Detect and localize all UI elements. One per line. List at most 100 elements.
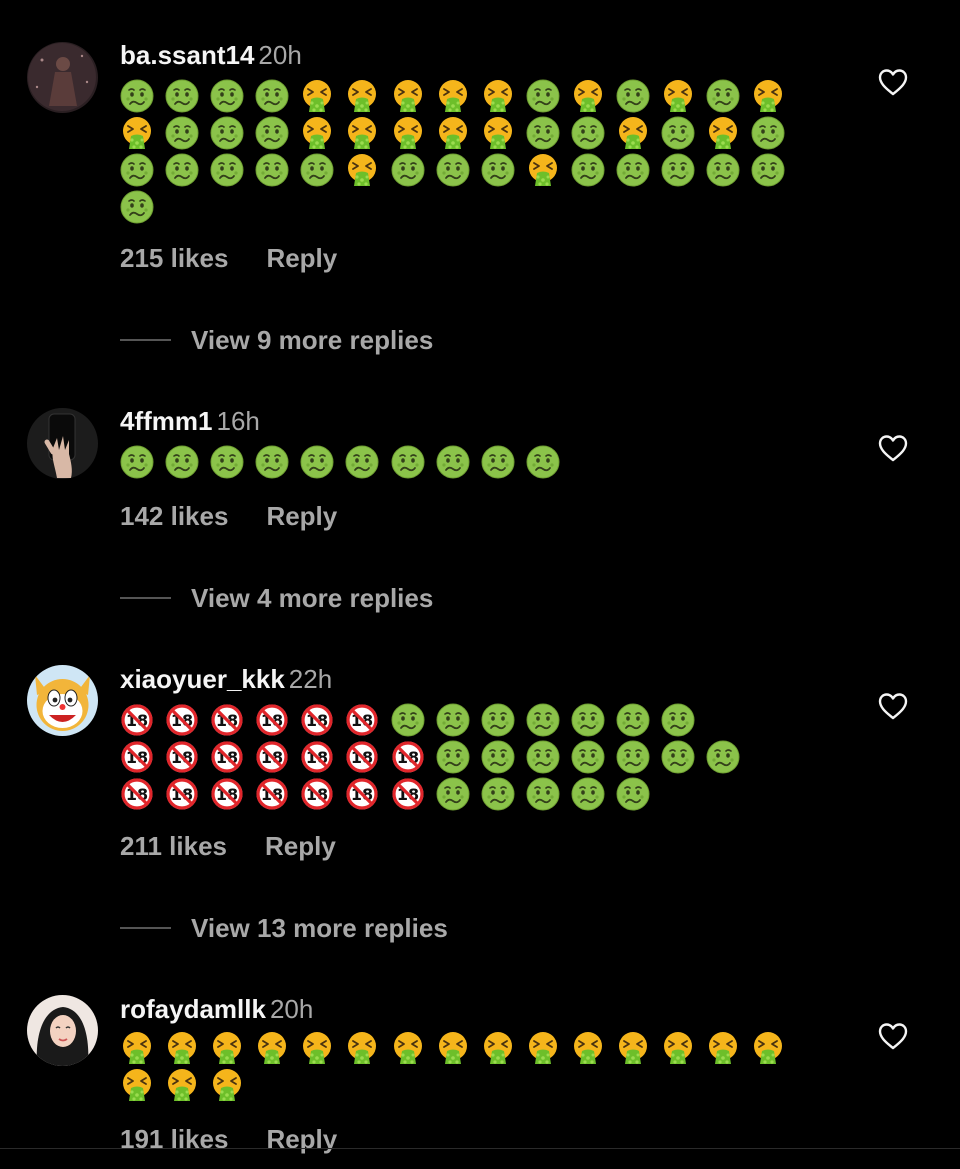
heart-icon[interactable] bbox=[878, 692, 908, 720]
vomiting-emoji-icon bbox=[120, 1068, 154, 1102]
no-under-18-emoji-icon: 18 bbox=[165, 740, 199, 774]
nauseated-emoji-icon bbox=[210, 79, 244, 113]
divider bbox=[0, 1148, 960, 1149]
no-under-18-emoji-icon: 18 bbox=[345, 740, 379, 774]
heart-icon[interactable] bbox=[878, 1022, 908, 1050]
heart-icon[interactable] bbox=[878, 68, 908, 96]
nauseated-emoji-icon bbox=[165, 79, 199, 113]
heart-icon[interactable] bbox=[878, 434, 908, 462]
nauseated-emoji-icon bbox=[436, 777, 470, 811]
nauseated-emoji-icon bbox=[616, 79, 650, 113]
likes-count[interactable]: 142 likes bbox=[120, 501, 228, 531]
emoji-row bbox=[120, 116, 796, 153]
username[interactable]: rofaydamllk bbox=[120, 994, 266, 1024]
nauseated-emoji-icon bbox=[210, 445, 244, 479]
avatar[interactable] bbox=[27, 665, 98, 736]
avatar-hijab-illustration-icon bbox=[27, 995, 98, 1066]
emoji-row bbox=[120, 153, 796, 190]
nauseated-emoji-icon bbox=[255, 79, 289, 113]
nauseated-emoji-icon bbox=[436, 703, 470, 737]
vomiting-emoji-icon bbox=[481, 79, 515, 113]
username[interactable]: 4ffmm1 bbox=[120, 406, 212, 436]
vomiting-emoji-icon bbox=[391, 1031, 425, 1065]
reply-button[interactable]: Reply bbox=[266, 243, 337, 273]
vomiting-emoji-icon bbox=[210, 1068, 244, 1102]
timestamp: 22h bbox=[288, 664, 333, 694]
nauseated-emoji-icon bbox=[571, 116, 605, 150]
nauseated-emoji-icon bbox=[706, 79, 740, 113]
vomiting-emoji-icon bbox=[751, 79, 785, 113]
vomiting-emoji-icon bbox=[345, 79, 379, 113]
reply-button[interactable]: Reply bbox=[265, 831, 336, 861]
view-more-replies[interactable]: View 9 more replies bbox=[120, 325, 433, 355]
nauseated-emoji-icon bbox=[300, 153, 334, 187]
comment-text bbox=[120, 445, 571, 482]
nauseated-emoji-icon bbox=[481, 740, 515, 774]
username[interactable]: xiaoyuer_kkk bbox=[120, 664, 285, 694]
likes-count[interactable]: 215 likes bbox=[120, 243, 228, 273]
view-more-label[interactable]: View 13 more replies bbox=[191, 913, 448, 943]
vomiting-emoji-icon bbox=[300, 79, 334, 113]
emoji-row: 18 18 18 18 18 18 18 bbox=[120, 777, 751, 814]
username[interactable]: ba.ssant14 bbox=[120, 40, 254, 70]
vomiting-emoji-icon bbox=[165, 1031, 199, 1065]
avatar-cartoon-cat-icon bbox=[27, 665, 98, 736]
no-under-18-emoji-icon: 18 bbox=[120, 740, 154, 774]
comment-header: rofaydamllk 20h bbox=[120, 994, 313, 1024]
nauseated-emoji-icon bbox=[481, 153, 515, 187]
view-more-label[interactable]: View 9 more replies bbox=[191, 325, 433, 355]
nauseated-emoji-icon bbox=[120, 153, 154, 187]
vomiting-emoji-icon bbox=[345, 116, 379, 150]
avatar[interactable] bbox=[27, 995, 98, 1066]
vomiting-emoji-icon bbox=[436, 116, 470, 150]
nauseated-emoji-icon bbox=[616, 703, 650, 737]
avatar[interactable] bbox=[27, 408, 98, 479]
comment-text bbox=[120, 1031, 796, 1105]
vomiting-emoji-icon bbox=[706, 116, 740, 150]
likes-count[interactable]: 211 likes bbox=[120, 831, 227, 861]
vomiting-emoji-icon bbox=[526, 153, 560, 187]
emoji-row bbox=[120, 79, 796, 116]
nauseated-emoji-icon bbox=[481, 777, 515, 811]
no-under-18-emoji-icon: 18 bbox=[210, 777, 244, 811]
vomiting-emoji-icon bbox=[481, 116, 515, 150]
reply-button[interactable]: Reply bbox=[266, 1124, 337, 1154]
nauseated-emoji-icon bbox=[165, 116, 199, 150]
view-more-replies[interactable]: View 13 more replies bbox=[120, 913, 448, 943]
divider bbox=[120, 927, 171, 930]
vomiting-emoji-icon bbox=[481, 1031, 515, 1065]
avatar-dark-figure-icon bbox=[27, 42, 98, 113]
likes-count[interactable]: 191 likes bbox=[120, 1124, 228, 1154]
nauseated-emoji-icon bbox=[120, 445, 154, 479]
comment-actions: 215 likes Reply bbox=[120, 243, 337, 273]
nauseated-emoji-icon bbox=[165, 153, 199, 187]
comment-header: xiaoyuer_kkk 22h bbox=[120, 664, 332, 694]
view-more-replies[interactable]: View 4 more replies bbox=[120, 583, 433, 613]
nauseated-emoji-icon bbox=[526, 740, 560, 774]
nauseated-emoji-icon bbox=[571, 777, 605, 811]
no-under-18-emoji-icon: 18 bbox=[165, 703, 199, 737]
nauseated-emoji-icon bbox=[526, 703, 560, 737]
nauseated-emoji-icon bbox=[661, 116, 695, 150]
nauseated-emoji-icon bbox=[391, 703, 425, 737]
nauseated-emoji-icon bbox=[526, 79, 560, 113]
comment-text: 1818181818181818181818181818181818181818 bbox=[120, 703, 751, 814]
nauseated-emoji-icon bbox=[526, 777, 560, 811]
avatar[interactable] bbox=[27, 42, 98, 113]
reply-button[interactable]: Reply bbox=[266, 501, 337, 531]
no-under-18-emoji-icon: 18 bbox=[300, 777, 334, 811]
no-under-18-emoji-icon: 18 bbox=[300, 703, 334, 737]
nauseated-emoji-icon bbox=[165, 445, 199, 479]
nauseated-emoji-icon bbox=[255, 153, 289, 187]
divider bbox=[120, 597, 171, 600]
nauseated-emoji-icon bbox=[255, 445, 289, 479]
timestamp: 20h bbox=[258, 40, 302, 70]
vomiting-emoji-icon bbox=[345, 153, 379, 187]
no-under-18-emoji-icon: 18 bbox=[255, 777, 289, 811]
view-more-label[interactable]: View 4 more replies bbox=[191, 583, 433, 613]
vomiting-emoji-icon bbox=[661, 1031, 695, 1065]
nauseated-emoji-icon bbox=[120, 190, 154, 224]
nauseated-emoji-icon bbox=[255, 116, 289, 150]
no-under-18-emoji-icon: 18 bbox=[345, 777, 379, 811]
vomiting-emoji-icon bbox=[165, 1068, 199, 1102]
